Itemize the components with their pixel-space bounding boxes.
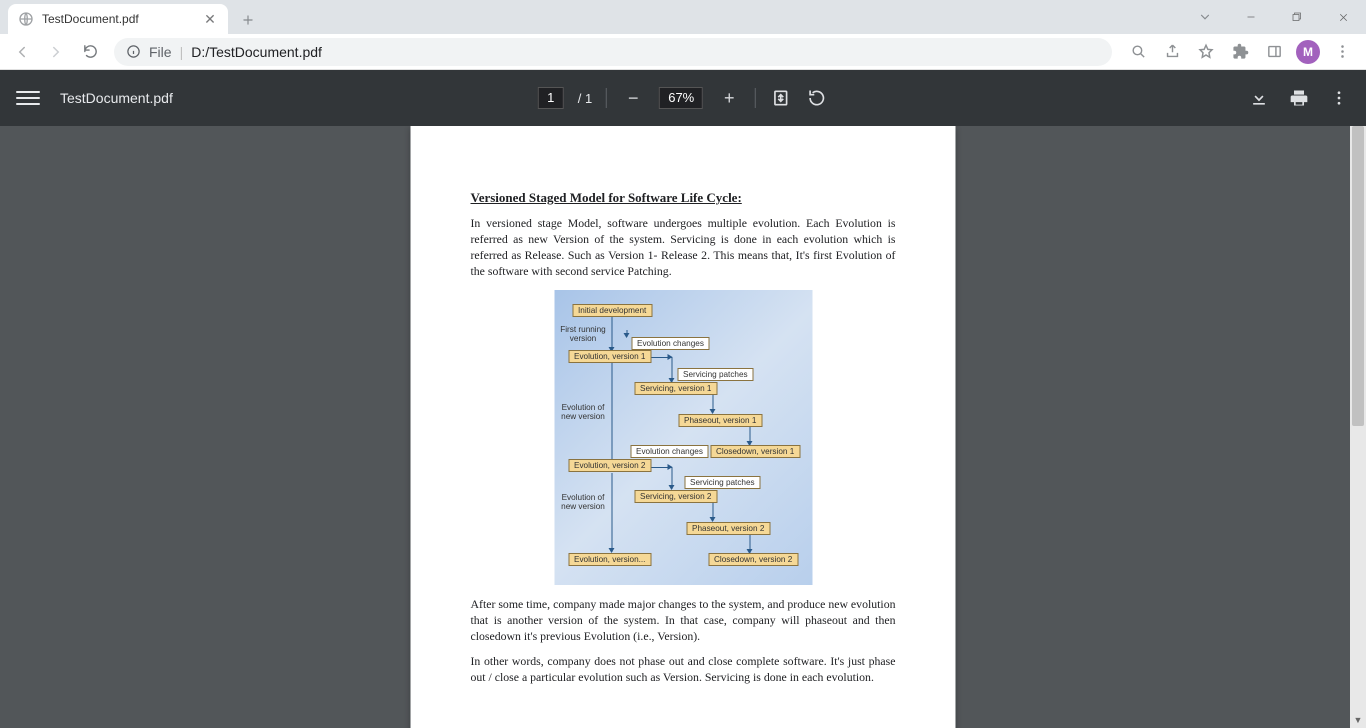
diagram-label-first-running: First runningversion: [558, 325, 608, 343]
diagram-box-closedown-v1: Closedown, version 1: [710, 445, 800, 458]
url-path: D:/TestDocument.pdf: [191, 44, 322, 60]
diagram-arrow: [611, 473, 612, 552]
extensions-icon[interactable]: [1224, 36, 1256, 68]
new-tab-button[interactable]: [234, 6, 262, 34]
diagram-arrow: [651, 467, 671, 468]
profile-avatar[interactable]: M: [1292, 36, 1324, 68]
diagram-box-evo-v2: Evolution, version 2: [568, 459, 651, 472]
document-heading: Versioned Staged Model for Software Life…: [471, 190, 896, 206]
window-maximize-button[interactable]: [1274, 0, 1320, 34]
print-icon[interactable]: [1288, 87, 1310, 109]
diagram-arrow: [626, 330, 627, 337]
diagram-box-serv-v1: Servicing, version 1: [634, 382, 717, 395]
diagram-arrow: [671, 467, 672, 489]
diagram-box-serv-patches2: Servicing patches: [684, 476, 761, 489]
pdf-more-icon[interactable]: [1328, 87, 1350, 109]
diagram-box-evo-changes2: Evolution changes: [630, 445, 709, 458]
document-paragraph: In versioned stage Model, software under…: [471, 216, 896, 280]
fit-page-icon[interactable]: [770, 87, 792, 109]
address-bar[interactable]: File | D:/TestDocument.pdf: [114, 38, 1112, 66]
diagram-box-phaseout-v1: Phaseout, version 1: [678, 414, 762, 427]
pdf-page: Versioned Staged Model for Software Life…: [411, 126, 956, 728]
close-tab-icon[interactable]: ✕: [202, 11, 218, 27]
diagram-label-evo-new2: Evolution ofnew version: [558, 493, 608, 511]
pdf-toolbar: TestDocument.pdf 1 / 1 − 67% +: [0, 70, 1366, 126]
globe-icon: [18, 11, 34, 27]
diagram-arrow: [651, 357, 671, 358]
diagram-box-phaseout-v2: Phaseout, version 2: [686, 522, 770, 535]
diagram-arrow: [712, 503, 713, 521]
diagram-box-serv-v2: Servicing, version 2: [634, 490, 717, 503]
download-icon[interactable]: [1248, 87, 1270, 109]
document-paragraph: In other words, company does not phase o…: [471, 654, 896, 686]
page-total: / 1: [578, 91, 592, 106]
search-tabs-chevron-icon[interactable]: [1182, 0, 1228, 34]
vertical-scrollbar[interactable]: ▲ ▼: [1350, 126, 1366, 728]
pdf-filename: TestDocument.pdf: [60, 90, 173, 106]
diagram-arrow: [749, 535, 750, 553]
diagram-box-evo-v1: Evolution, version 1: [568, 350, 651, 363]
tab-title: TestDocument.pdf: [42, 12, 194, 26]
zoom-indicator-icon[interactable]: [1122, 36, 1154, 68]
zoom-in-button[interactable]: +: [717, 86, 741, 110]
pdf-viewport[interactable]: Versioned Staged Model for Software Life…: [0, 126, 1366, 728]
diagram-box-evo-v3: Evolution, version...: [568, 553, 651, 566]
info-icon[interactable]: [126, 44, 141, 59]
sidepanel-icon[interactable]: [1258, 36, 1290, 68]
pdf-menu-icon[interactable]: [16, 86, 40, 110]
url-scheme: File: [149, 44, 172, 60]
diagram-label-evo-new1: Evolution ofnew version: [558, 403, 608, 421]
diagram-arrow: [671, 357, 672, 382]
lifecycle-diagram: Initial development First runningversion…: [554, 290, 812, 585]
rotate-icon[interactable]: [806, 87, 828, 109]
diagram-box-initial-dev: Initial development: [572, 304, 652, 317]
forward-button[interactable]: [42, 38, 70, 66]
divider: [755, 88, 756, 108]
diagram-arrow: [749, 427, 750, 445]
diagram-arrow: [712, 395, 713, 413]
window-close-button[interactable]: [1320, 0, 1366, 34]
window-minimize-button[interactable]: [1228, 0, 1274, 34]
url-separator: |: [180, 44, 184, 60]
diagram-arrow: [611, 363, 612, 468]
diagram-box-serv-patches1: Servicing patches: [677, 368, 754, 381]
browser-title-bar: TestDocument.pdf ✕: [0, 0, 1366, 34]
bookmark-star-icon[interactable]: [1190, 36, 1222, 68]
reload-button[interactable]: [76, 38, 104, 66]
diagram-box-closedown-v2: Closedown, version 2: [708, 553, 798, 566]
document-paragraph: After some time, company made major chan…: [471, 597, 896, 645]
browser-menu-icon[interactable]: [1326, 36, 1358, 68]
divider: [606, 88, 607, 108]
back-button[interactable]: [8, 38, 36, 66]
scrollbar-thumb[interactable]: [1352, 126, 1364, 426]
zoom-out-button[interactable]: −: [621, 86, 645, 110]
diagram-arrow: [611, 317, 612, 351]
zoom-level[interactable]: 67%: [659, 87, 703, 109]
scroll-down-icon[interactable]: ▼: [1350, 712, 1366, 728]
share-icon[interactable]: [1156, 36, 1188, 68]
page-number-input[interactable]: 1: [538, 87, 564, 109]
browser-toolbar: File | D:/TestDocument.pdf M: [0, 34, 1366, 70]
diagram-box-evo-changes1: Evolution changes: [631, 337, 710, 350]
browser-tab-active[interactable]: TestDocument.pdf ✕: [8, 4, 228, 34]
